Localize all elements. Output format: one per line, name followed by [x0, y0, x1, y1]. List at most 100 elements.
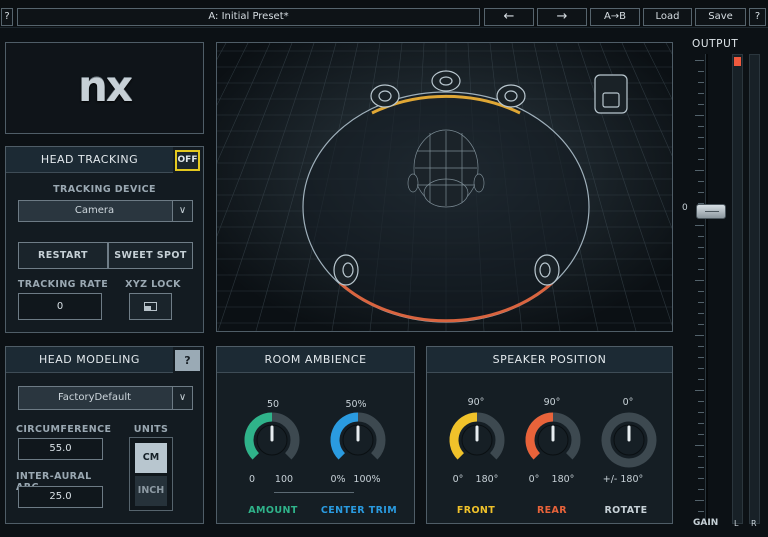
amount-value: 50 [266, 399, 280, 410]
units-label: UNITS [133, 424, 169, 435]
tracking-device-select[interactable]: Camera ∨ [18, 200, 193, 222]
rotate-label: ROTATE [604, 505, 648, 516]
amount-label: AMOUNT [248, 505, 298, 516]
meter-left [732, 54, 743, 524]
help-button[interactable]: ? [1, 8, 13, 26]
speaker-position-title: SPEAKER POSITION [427, 347, 672, 373]
front-min: 0° [452, 474, 464, 485]
load-button[interactable]: Load [643, 8, 692, 26]
gain-scale-tick [698, 82, 704, 83]
center-trim-min: 0% [330, 474, 346, 485]
tracking-rate-field[interactable]: 0 [18, 293, 102, 320]
gain-scale-tick [695, 500, 704, 501]
xyz-lock-label: XYZ LOCK [125, 279, 181, 290]
amount-max: 100 [274, 474, 294, 485]
gain-scale-tick [695, 335, 704, 336]
gain-scale-tick [698, 379, 704, 380]
preset-name-field[interactable]: A: Initial Preset* [17, 8, 480, 26]
next-preset-button[interactable]: → [537, 8, 587, 26]
help-button-right[interactable]: ? [749, 8, 766, 26]
nx-logo: nx [78, 62, 133, 111]
head-tracking-panel: HEAD TRACKING OFF TRACKING DEVICE Camera… [5, 146, 204, 333]
clip-indicator-left [734, 57, 741, 66]
circumference-label: CIRCUMFERENCE [16, 424, 112, 435]
unit-cm-button[interactable]: CM [135, 443, 167, 473]
gain-scale-tick [698, 302, 704, 303]
center-trim-knob[interactable] [329, 411, 387, 473]
meter-right [749, 54, 760, 524]
room-ambience-title: ROOM AMBIENCE [217, 347, 414, 373]
room-visualization [217, 43, 672, 331]
gain-scale-tick [698, 346, 704, 347]
gain-scale-tick [695, 60, 704, 61]
gain-scale-tick [698, 313, 704, 314]
sweet-spot-button[interactable]: SWEET SPOT [108, 242, 193, 269]
gain-scale-tick [698, 324, 704, 325]
rear-knob[interactable] [524, 411, 582, 473]
gain-scale-tick [698, 478, 704, 479]
center-trim-label: CENTER TRIM [320, 505, 398, 516]
gain-scale-tick [698, 368, 704, 369]
head-model-value: FactoryDefault [57, 392, 132, 403]
speaker-position-panel: SPEAKER POSITION 90° 0° 180° FRONT 90° 0… [426, 346, 673, 524]
gain-scale-tick [695, 280, 704, 281]
xyz-lock-button[interactable] [129, 293, 172, 320]
gain-scale-tick [698, 247, 704, 248]
restart-button[interactable]: RESTART [18, 242, 108, 269]
gain-scale-tick [695, 390, 704, 391]
gain-scale-tick [698, 412, 704, 413]
restart-label: RESTART [38, 250, 88, 261]
gain-scale-tick [695, 170, 704, 171]
inter-aural-arc-field[interactable]: 25.0 [18, 486, 103, 508]
save-button[interactable]: Save [695, 8, 746, 26]
rotate-knob[interactable] [600, 411, 658, 473]
gain-label: GAIN [693, 518, 719, 528]
front-max: 180° [475, 474, 499, 485]
rear-max: 180° [551, 474, 575, 485]
gain-scale-tick [698, 291, 704, 292]
gain-scale-tick [695, 445, 704, 446]
gain-scale [695, 54, 705, 524]
top-toolbar: ? A: Initial Preset* ← → A→B Load Save ? [0, 0, 768, 28]
gain-scale-tick [698, 467, 704, 468]
front-knob[interactable] [448, 411, 506, 473]
gain-scale-tick [695, 225, 704, 226]
circumference-field[interactable]: 55.0 [18, 438, 103, 460]
amount-min: 0 [248, 474, 256, 485]
gain-scale-tick [698, 434, 704, 435]
room-ambience-panel: ROOM AMBIENCE 50 0 100 AMOUNT 50% 0% 100… [216, 346, 415, 524]
gain-scale-tick [698, 148, 704, 149]
rear-value: 90° [543, 397, 561, 408]
gain-scale-tick [698, 423, 704, 424]
center-trim-max: 100% [353, 474, 381, 485]
rear-label: REAR [536, 505, 568, 516]
gain-scale-tick [698, 357, 704, 358]
output-section: OUTPUT 0 GAIN L R [682, 36, 768, 537]
gain-scale-tick [698, 236, 704, 237]
prev-preset-button[interactable]: ← [484, 8, 534, 26]
gain-scale-tick [698, 71, 704, 72]
chevron-down-icon: ∨ [172, 201, 192, 221]
front-label: FRONT [456, 505, 496, 516]
gain-scale-tick [698, 401, 704, 402]
gain-fader-track[interactable] [705, 54, 708, 524]
unit-inch-button[interactable]: INCH [135, 476, 167, 506]
units-toggle: CM INCH [129, 437, 173, 511]
rear-min: 0° [528, 474, 540, 485]
knob-link-divider [274, 492, 354, 493]
speaker-3d-view[interactable] [216, 42, 673, 332]
logo-panel: nx [5, 42, 204, 134]
front-value: 90° [467, 397, 485, 408]
rotate-range: +/- 180° [602, 474, 644, 485]
gain-scale-tick [698, 258, 704, 259]
head-modeling-help-button[interactable]: ? [175, 350, 200, 371]
compare-ab-button[interactable]: A→B [590, 8, 640, 26]
meter-left-label: L [734, 519, 739, 528]
head-tracking-toggle[interactable]: OFF [175, 150, 200, 171]
gain-scale-tick [698, 456, 704, 457]
head-model-select[interactable]: FactoryDefault ∨ [18, 386, 193, 410]
gain-scale-tick [698, 159, 704, 160]
gain-scale-tick [698, 181, 704, 182]
gain-fader-handle[interactable] [696, 204, 726, 219]
amount-knob[interactable] [243, 411, 301, 473]
